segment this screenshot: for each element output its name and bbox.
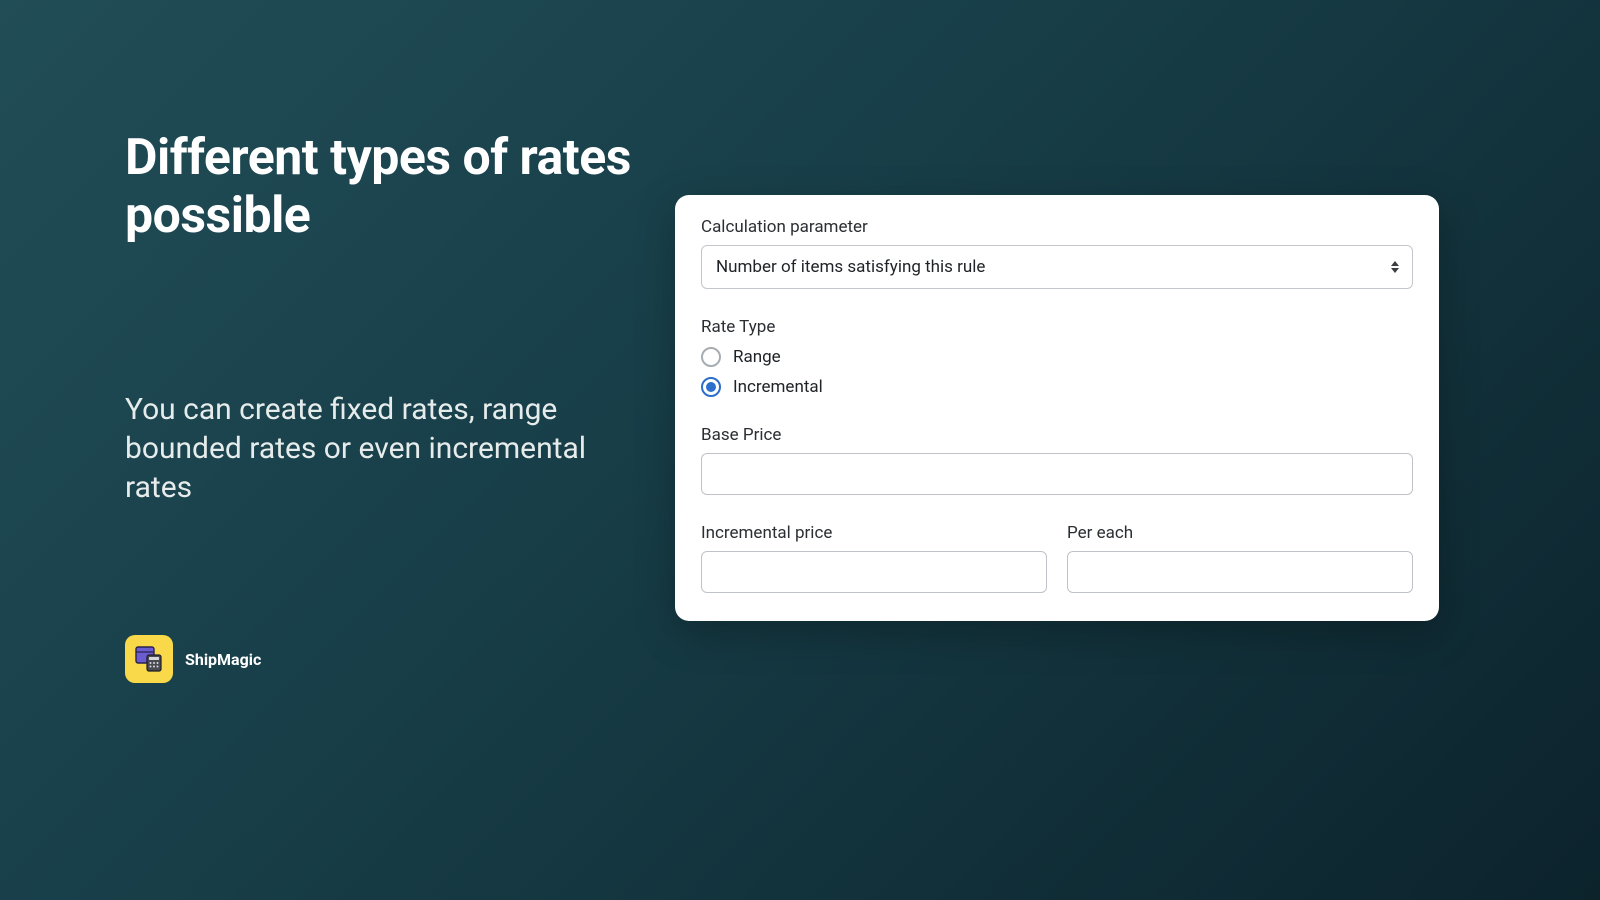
radio-icon bbox=[701, 347, 721, 367]
base-price-section: Base Price bbox=[701, 425, 1413, 495]
package-calculator-icon bbox=[133, 643, 165, 675]
brand-block: ShipMagic bbox=[125, 635, 261, 683]
incremental-row: Incremental price Per each bbox=[701, 523, 1413, 593]
hero-left-column: Different types of rates possible You ca… bbox=[125, 130, 655, 507]
base-price-input[interactable] bbox=[701, 453, 1413, 495]
hero-heading: Different types of rates possible bbox=[125, 130, 655, 245]
rate-type-section: Rate Type Range Incremental bbox=[701, 317, 1413, 397]
rate-type-option-incremental[interactable]: Incremental bbox=[701, 377, 1413, 397]
calc-param-value: Number of items satisfying this rule bbox=[716, 257, 985, 277]
hero-description: You can create fixed rates, range bounde… bbox=[125, 390, 655, 507]
per-each-input[interactable] bbox=[1067, 551, 1413, 593]
incremental-price-input[interactable] bbox=[701, 551, 1047, 593]
rate-settings-card: Calculation parameter Number of items sa… bbox=[675, 195, 1439, 621]
rate-type-option-label: Incremental bbox=[733, 377, 823, 397]
per-each-label: Per each bbox=[1067, 523, 1413, 543]
base-price-label: Base Price bbox=[701, 425, 1413, 445]
brand-logo-icon bbox=[125, 635, 173, 683]
incremental-price-section: Incremental price bbox=[701, 523, 1047, 593]
rate-type-option-label: Range bbox=[733, 347, 781, 367]
brand-name: ShipMagic bbox=[185, 650, 261, 669]
rate-type-label: Rate Type bbox=[701, 317, 1413, 337]
calc-param-label: Calculation parameter bbox=[701, 217, 1413, 237]
per-each-section: Per each bbox=[1067, 523, 1413, 593]
calc-param-select[interactable]: Number of items satisfying this rule bbox=[701, 245, 1413, 289]
incremental-price-label: Incremental price bbox=[701, 523, 1047, 543]
rate-type-option-range[interactable]: Range bbox=[701, 347, 1413, 367]
select-updown-icon bbox=[1391, 261, 1399, 273]
radio-icon bbox=[701, 377, 721, 397]
